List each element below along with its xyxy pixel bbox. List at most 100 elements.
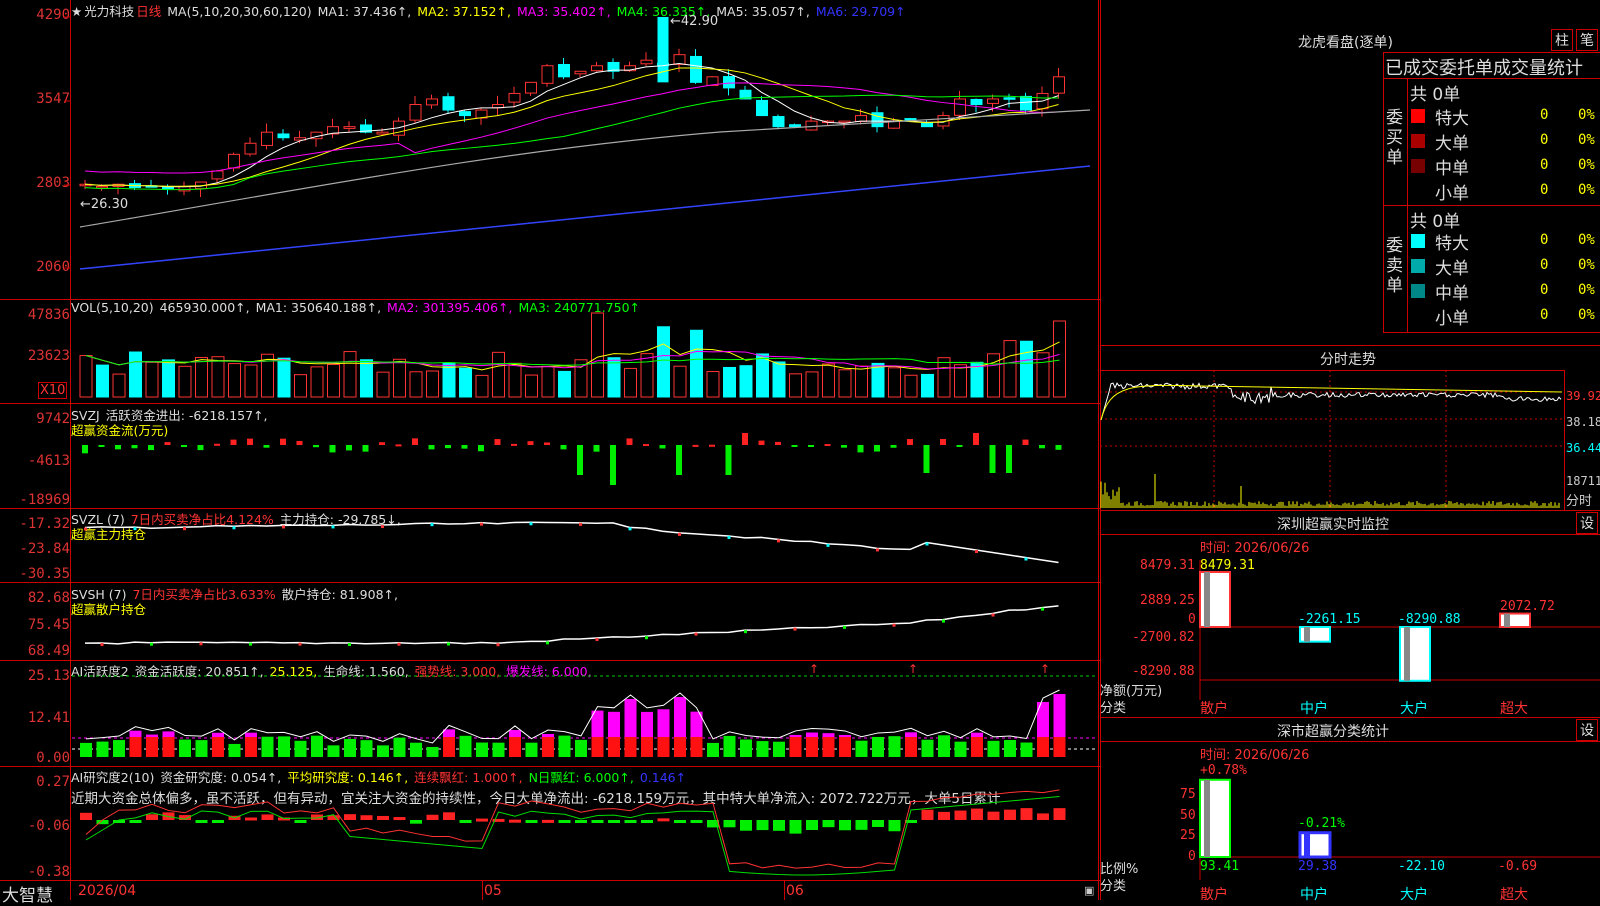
- volume-bar: [343, 351, 357, 398]
- activity-base-bar: [624, 737, 637, 757]
- candle-body: [772, 116, 785, 128]
- svsh-dot: [991, 613, 995, 617]
- svzj-bar: [197, 445, 204, 451]
- volume-bar: [921, 373, 934, 398]
- sz-class-value: -0.69: [1498, 859, 1538, 874]
- volume-bar: [987, 353, 1000, 398]
- sz-monitor-category: 超大: [1500, 701, 1528, 717]
- buy-order-row-swatch: [1411, 134, 1425, 148]
- volume-bar: [624, 367, 637, 398]
- volume-bar: [657, 326, 670, 398]
- candle-body: [277, 133, 290, 139]
- sell-orders-group-label: 委卖单: [1386, 236, 1403, 296]
- buy-order-row-swatch: [1411, 159, 1425, 173]
- svzj-bar: [280, 438, 286, 445]
- svzl-dot: [529, 522, 533, 526]
- research-bar: [344, 814, 356, 820]
- sz-class-y-label: 25: [1180, 828, 1196, 843]
- sz-class-settings-button[interactable]: 设: [1576, 719, 1598, 741]
- svzj-bar: [709, 444, 715, 447]
- indicator-charts-svg[interactable]: ↑↑↑↑: [0, 0, 1100, 900]
- svzj-bar: [313, 445, 319, 448]
- svzj-bar: [395, 444, 402, 447]
- activity-base-bar: [789, 737, 802, 757]
- activity-base-bar: [806, 737, 818, 757]
- kline-panel[interactable]: ★ 光力科技 日线 MA(5,10,20,30,60,120) MA1: 37.43…: [0, 0, 1100, 906]
- research-bar: [476, 818, 488, 822]
- svzl-dot: [678, 532, 681, 536]
- svzj-bar: [956, 445, 963, 447]
- volume-bar: [789, 373, 802, 398]
- intraday-title: 分时走势: [1320, 352, 1376, 368]
- research-bar: [410, 820, 422, 824]
- sz-monitor-category: 中户: [1300, 701, 1328, 717]
- volume-bar: [426, 370, 439, 398]
- sell-order-row-name: 中单: [1435, 284, 1469, 304]
- sz-monitor-settings-button[interactable]: 设: [1576, 512, 1598, 534]
- research-bar: [80, 812, 92, 820]
- activity-bar: [261, 736, 274, 757]
- sz-class-cat-unit: 分类: [1100, 879, 1127, 894]
- sz-class-category: 散户: [1200, 887, 1228, 903]
- svzl-dot: [183, 527, 186, 531]
- svzj-bar: [725, 445, 732, 475]
- svzj-bar: [527, 441, 534, 445]
- volume-bar: [508, 362, 522, 398]
- intraday-y-label: 18711: [1566, 474, 1600, 488]
- buy-order-row-count: 0: [1540, 157, 1549, 173]
- activity-base-bar: [212, 737, 224, 757]
- activity-bar: [476, 742, 488, 757]
- candle-body: [673, 54, 686, 65]
- research-bar: [954, 810, 967, 820]
- sz-class-title: 深市超赢分类统计: [1277, 724, 1389, 740]
- research-bar: [377, 815, 389, 820]
- buy-order-row-pct: 0%: [1578, 107, 1595, 123]
- svzl-dot: [727, 535, 731, 539]
- svzj-bar: [907, 439, 913, 445]
- sz-monitor-title: 深圳超赢实时监控: [1277, 517, 1389, 533]
- volume-bar: [855, 365, 868, 398]
- sz-class-value: 29.38: [1298, 859, 1338, 874]
- svzl-dot: [480, 522, 483, 526]
- activity-base-bar: [690, 737, 703, 757]
- svzj-bar: [230, 439, 237, 445]
- candle-body: [591, 65, 603, 72]
- buy-orders-group-label: 委买单: [1386, 108, 1403, 168]
- activity-bar: [921, 739, 934, 757]
- up-arrow-icon: ↑: [809, 662, 819, 676]
- research-bar: [443, 812, 455, 820]
- sz-monitor-y-label: 0: [1188, 612, 1196, 627]
- activity-bar: [575, 739, 587, 757]
- activity-bar: [360, 740, 373, 757]
- svzl-dot: [133, 527, 137, 531]
- lhb-title: 龙虎看盘(逐单): [1298, 35, 1393, 51]
- research-bar: [888, 820, 901, 832]
- svzl-dot: [232, 526, 236, 530]
- sz-monitor-value: 2072.72: [1500, 599, 1555, 614]
- sell-order-row-count: 0: [1540, 282, 1549, 298]
- svzl-dot: [777, 539, 780, 543]
- volume-bar: [96, 364, 109, 398]
- tick-mode-button[interactable]: 笔: [1576, 29, 1598, 51]
- candle-body: [376, 131, 389, 135]
- activity-bar: [707, 742, 719, 757]
- volume-bar: [822, 363, 835, 398]
- candle-body: [426, 98, 438, 106]
- bar-mode-button[interactable]: 柱: [1551, 29, 1573, 51]
- sz-class-top-pct: +0.78%: [1200, 763, 1247, 778]
- up-arrow-icon: ↑: [908, 662, 918, 676]
- candle-body: [541, 65, 554, 84]
- activity-base-bar: [971, 737, 983, 757]
- research-bar: [542, 819, 554, 823]
- candle-body: [640, 59, 653, 65]
- svzj-bar: [329, 445, 336, 453]
- volume-bar: [178, 365, 192, 398]
- candle-body: [409, 104, 422, 121]
- candle-body: [211, 170, 224, 180]
- svzl-dot: [84, 527, 87, 531]
- buy-order-row-name: 小单: [1435, 184, 1469, 204]
- activity-bar: [410, 742, 422, 757]
- svsh-dot: [348, 643, 351, 647]
- candle-body: [1020, 95, 1032, 111]
- svzj-bar: [874, 445, 880, 452]
